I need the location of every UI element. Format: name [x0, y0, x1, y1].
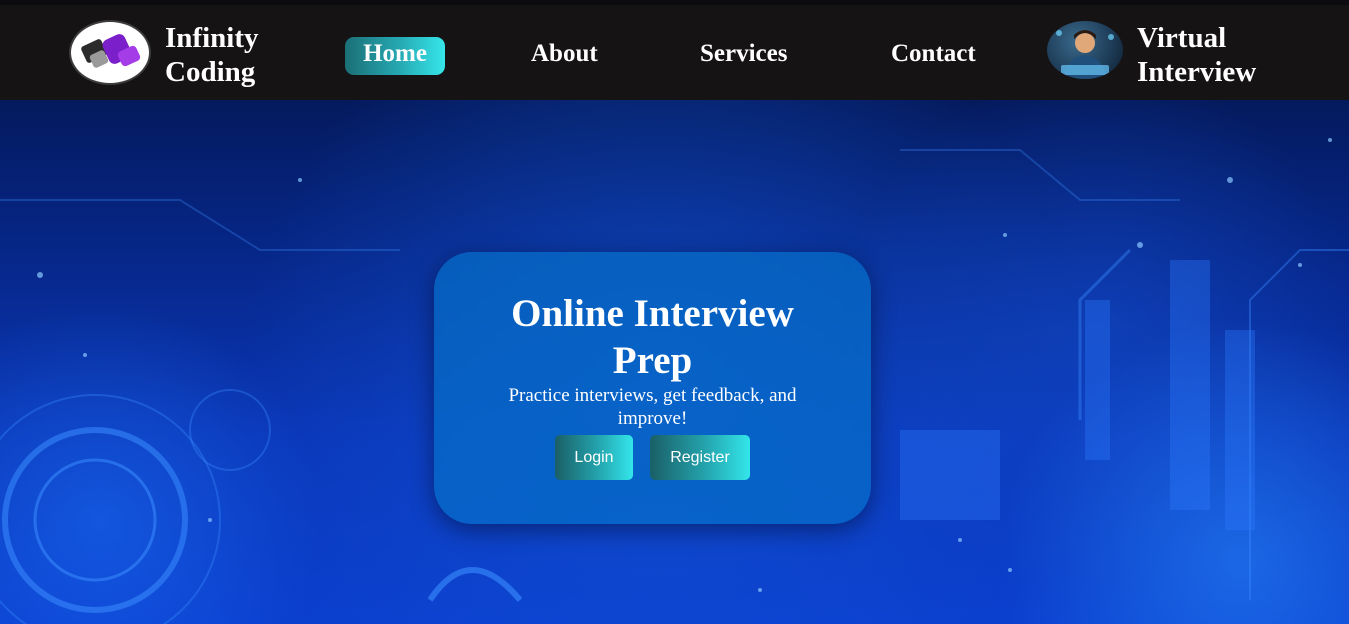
nav-home-link[interactable]: Home	[345, 37, 445, 75]
register-button[interactable]: Register	[650, 435, 750, 480]
brand-line-2: Coding	[165, 56, 256, 88]
infinity-coding-logo-icon[interactable]	[69, 20, 151, 85]
hero-subtitle: Practice interviews, get feedback, and i…	[508, 385, 797, 429]
virtual-interview-line-2: Interview	[1137, 56, 1257, 88]
virtual-interview-avatar-icon	[1047, 21, 1123, 79]
virtual-interview-title: Virtual Interview	[1137, 21, 1256, 89]
hero-card: Online Interview Prep Practice interview…	[434, 252, 871, 524]
nav-about-link[interactable]: About	[531, 37, 598, 75]
brand-name: Infinity Coding	[165, 21, 258, 89]
brand-line-1: Infinity	[165, 22, 259, 54]
navbar: Infinity Coding Home About Services Cont…	[0, 5, 1349, 100]
nav-services-link[interactable]: Services	[700, 37, 787, 75]
virtual-interview-line-1: Virtual	[1137, 22, 1227, 54]
hero-title-line-1: Online Interview	[511, 292, 794, 335]
hero-title-line-2: Prep	[612, 339, 693, 382]
hero-title: Online Interview Prep	[434, 290, 871, 384]
nav-contact-link[interactable]: Contact	[891, 37, 976, 75]
login-button[interactable]: Login	[555, 435, 633, 480]
